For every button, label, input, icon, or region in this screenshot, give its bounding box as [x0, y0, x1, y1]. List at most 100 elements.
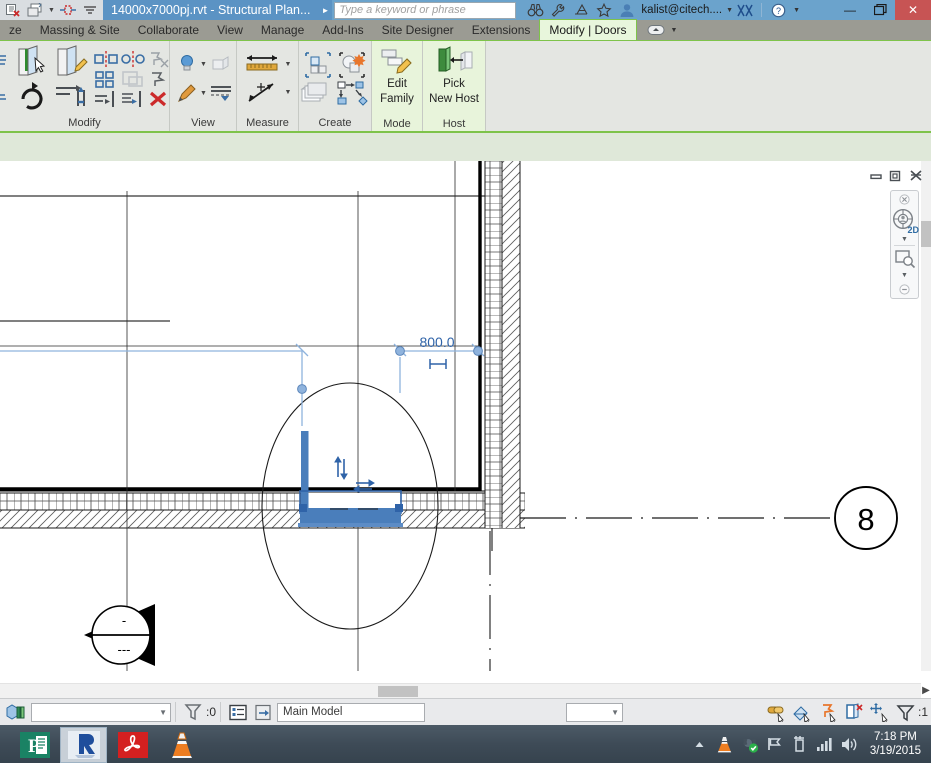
user-account-label[interactable]: kalist@citech....	[641, 4, 722, 16]
paint-dropdown-icon[interactable]: ▼	[199, 90, 208, 97]
visibility-graphics-icon[interactable]	[176, 53, 198, 77]
system-tray[interactable]: 7:18 PM 3/19/2015	[689, 725, 931, 763]
battery-icon[interactable]	[789, 725, 811, 763]
ribbon-collapse-control[interactable]: ▼	[637, 20, 688, 40]
qat-overflow-icon[interactable]	[80, 1, 100, 19]
measure-along-dropdown-icon[interactable]: ▼	[284, 89, 293, 96]
secondary-status-combo[interactable]: ▼	[566, 702, 623, 722]
star-icon[interactable]	[593, 0, 615, 20]
create-similar-icon[interactable]	[303, 50, 333, 80]
tab-extensions[interactable]: Extensions	[463, 20, 540, 40]
help-dropdown-icon[interactable]: ▼	[793, 7, 800, 14]
navbar-close-icon[interactable]	[899, 194, 910, 205]
vertical-scrollbar[interactable]	[921, 161, 931, 671]
minimize-view-icon[interactable]	[870, 170, 883, 182]
tab-site-designer[interactable]: Site Designer	[373, 20, 463, 40]
visibility-dropdown-icon[interactable]: ▼	[199, 61, 208, 68]
edit-family-button[interactable]: Edit Family	[376, 43, 418, 115]
tab-modify-doors[interactable]: Modify | Doors	[539, 19, 637, 40]
align-icon[interactable]	[54, 80, 90, 112]
unpin-icon[interactable]	[147, 50, 171, 68]
exclude-option-icon[interactable]	[251, 700, 277, 724]
drag-element-icon[interactable]	[868, 700, 893, 724]
workset-selector[interactable]: Main Model	[277, 702, 426, 722]
pick-new-host-button[interactable]: Pick New Host	[427, 43, 481, 115]
user-icon[interactable]	[616, 0, 638, 20]
create-group-icon[interactable]	[337, 50, 367, 80]
taskbar-app-acrobat[interactable]	[109, 727, 156, 763]
selection-options[interactable]: :1	[764, 700, 928, 724]
title-next-icon[interactable]: ►	[318, 0, 333, 20]
taskbar-clock[interactable]: 7:18 PM 3/19/2015	[864, 730, 927, 758]
navigation-bar[interactable]: 2D ▼ ▼	[890, 190, 919, 299]
mirror-pick-axis-icon[interactable]	[93, 50, 119, 68]
ribbon-collapse-dropdown-icon[interactable]: ▼	[671, 27, 678, 34]
title-tool-icons[interactable]: kalist@citech.... ▼ ? ▼	[524, 0, 800, 20]
copy-to-clipboard-icon[interactable]	[300, 81, 334, 107]
select-links-icon[interactable]	[764, 700, 789, 724]
modify-select-icon[interactable]	[15, 45, 51, 79]
user-dropdown-icon[interactable]: ▼	[726, 7, 733, 14]
match-type-icon[interactable]	[0, 79, 12, 105]
horizontal-scrollbar[interactable]	[0, 683, 921, 698]
model-review-icon[interactable]	[3, 700, 29, 724]
tab-manage[interactable]: Manage	[252, 20, 313, 40]
tab-analyze[interactable]: ze	[0, 20, 31, 40]
minimize-button[interactable]: —	[835, 0, 865, 20]
ribbon-tab-bar[interactable]: ze Massing & Site Collaborate View Manag…	[0, 19, 931, 41]
taskbar-app-publisher[interactable]: P	[11, 727, 58, 763]
maximize-button[interactable]	[865, 0, 895, 20]
wrench-icon[interactable]	[547, 0, 569, 20]
tab-view[interactable]: View	[208, 20, 252, 40]
horizontal-scroll-thumb[interactable]	[378, 686, 418, 697]
edit-family-inline-icon[interactable]	[54, 45, 90, 79]
show-hidden-icons-arrow[interactable]	[689, 725, 711, 763]
press-tab-status-combo[interactable]: ▼	[31, 702, 171, 722]
volume-icon[interactable]	[839, 725, 861, 763]
search-input[interactable]: Type a keyword or phrase	[334, 1, 517, 19]
properties-icon[interactable]	[0, 52, 12, 78]
vlc-tray-icon[interactable]	[714, 725, 736, 763]
navbar-minimize-icon[interactable]	[899, 284, 910, 295]
close-button[interactable]: ✕	[895, 0, 931, 20]
autodesk-exchange-icon[interactable]	[734, 0, 756, 20]
plan-drawing-canvas[interactable]: 8 - --- 800.0	[0, 161, 921, 671]
status-combo-dropdown-icon[interactable]: ▼	[159, 708, 167, 717]
linework-icon[interactable]	[209, 82, 233, 104]
switch-window-icon[interactable]	[25, 1, 45, 19]
restore-view-icon[interactable]	[889, 169, 903, 182]
scale-icon[interactable]	[120, 70, 146, 88]
trim-extend-multiple-icon[interactable]	[120, 90, 146, 108]
select-pinned-icon[interactable]	[816, 700, 841, 724]
security-shield-icon[interactable]	[739, 725, 761, 763]
flag-icon[interactable]	[764, 725, 786, 763]
measure-along-element-icon[interactable]	[243, 80, 283, 106]
pin-icon[interactable]	[147, 70, 171, 88]
taskbar-app-vlc[interactable]	[158, 727, 205, 763]
paint-icon[interactable]	[176, 83, 198, 105]
sync-icon[interactable]	[58, 1, 78, 19]
view-window-controls[interactable]	[870, 169, 923, 182]
quick-print-icon[interactable]	[3, 1, 23, 19]
scroll-right-arrow-icon[interactable]: ▶	[921, 683, 931, 698]
tab-add-ins[interactable]: Add-Ins	[313, 20, 372, 40]
select-by-face-icon[interactable]	[842, 700, 867, 724]
design-options-list-icon[interactable]	[225, 700, 251, 724]
tab-collaborate[interactable]: Collaborate	[129, 20, 208, 40]
array-icon[interactable]	[93, 70, 119, 88]
help-icon[interactable]: ?	[767, 0, 789, 20]
taskbar-app-revit[interactable]	[60, 726, 107, 763]
mirror-draw-axis-icon[interactable]	[120, 50, 146, 68]
measure-dropdown-icon[interactable]: ▼	[284, 61, 293, 68]
close-view-icon[interactable]	[909, 169, 923, 182]
binoculars-icon[interactable]	[524, 0, 546, 20]
cut-profile-icon[interactable]	[209, 54, 233, 76]
zoom-dropdown-icon[interactable]: ▼	[901, 272, 908, 279]
quick-access-toolbar[interactable]: ▼	[0, 0, 103, 20]
satellite-icon[interactable]	[570, 0, 592, 20]
tab-massing-site[interactable]: Massing & Site	[31, 20, 129, 40]
steering-wheel-icon[interactable]: 2D	[892, 208, 919, 236]
design-options-icon[interactable]	[180, 700, 206, 724]
steering-wheel-dropdown-icon[interactable]: ▼	[901, 236, 908, 243]
filter-icon[interactable]	[894, 700, 919, 724]
